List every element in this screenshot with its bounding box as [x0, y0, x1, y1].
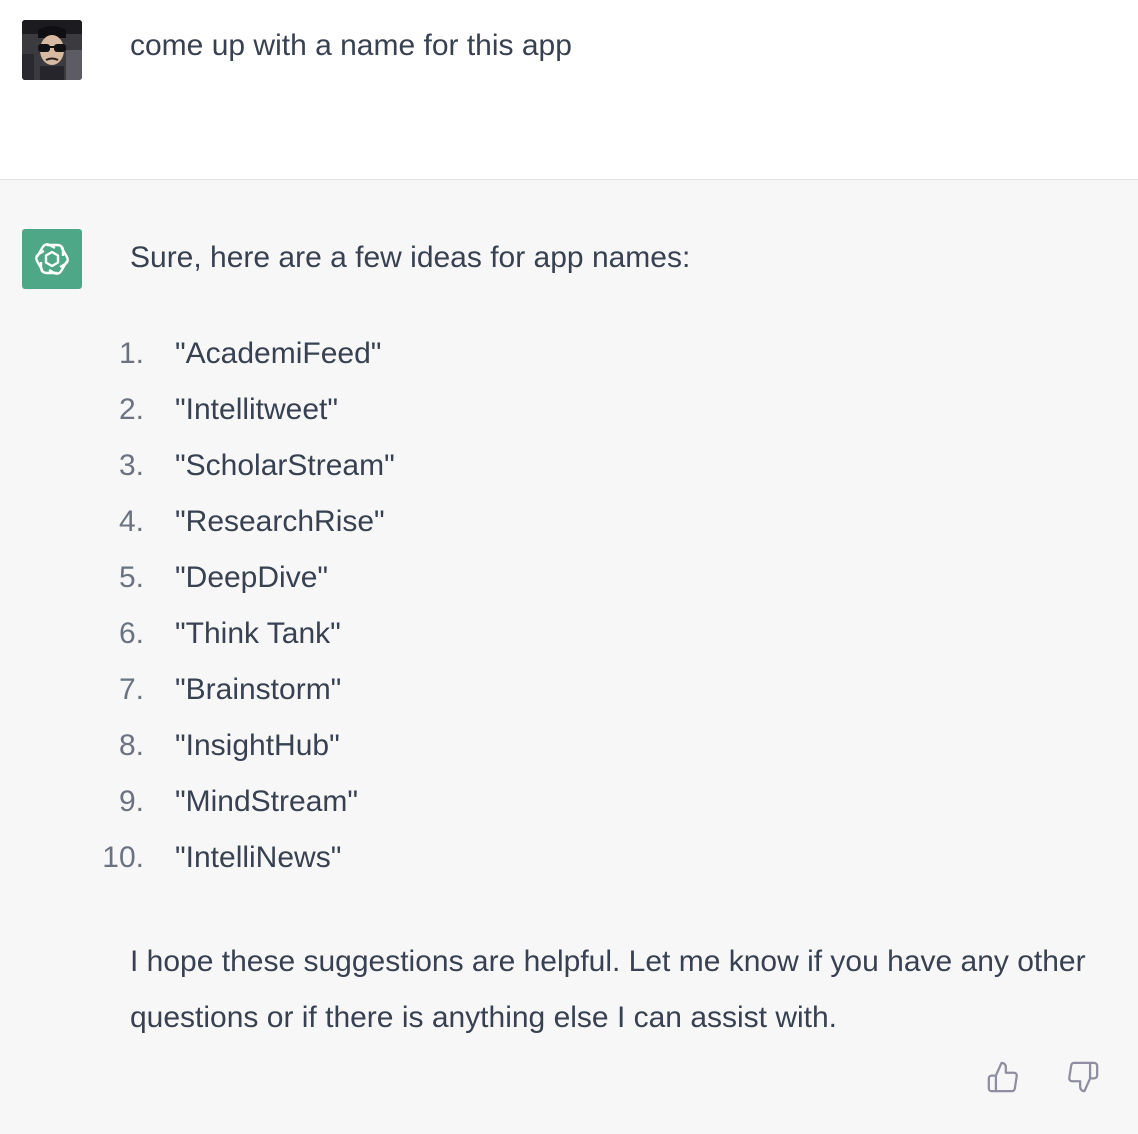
list-item-name: "DeepDive"	[175, 561, 329, 594]
list-item-number: 3.	[118, 449, 144, 482]
assistant-message-row: Sure, here are a few ideas for app names…	[0, 180, 1138, 1134]
list-item-name: "ScholarStream"	[175, 449, 395, 482]
list-item-name: "ResearchRise"	[175, 505, 385, 538]
assistant-intro-text: Sure, here are a few ideas for app names…	[130, 241, 691, 274]
thumbs-down-icon	[1068, 1061, 1099, 1093]
user-avatar	[22, 20, 82, 80]
list-item-name: "IntelliNews"	[175, 841, 342, 874]
feedback-buttons	[984, 1058, 1102, 1096]
list-item-number: 5.	[118, 561, 144, 594]
chatgpt-logo-icon	[22, 229, 82, 289]
thumbs-up-button[interactable]	[984, 1058, 1022, 1096]
thumbs-down-button[interactable]	[1064, 1058, 1102, 1096]
list-item-number: 2.	[118, 393, 144, 426]
user-message-text: come up with a name for this app	[130, 29, 572, 62]
list-item-name: "InsightHub"	[175, 729, 340, 762]
list-item-number: 4.	[118, 505, 144, 538]
list-item-name: "MindStream"	[175, 785, 359, 818]
list-item-number: 8.	[118, 729, 144, 762]
list-item-number: 9.	[118, 785, 144, 818]
user-message-row: come up with a name for this app	[0, 0, 1138, 180]
list-item-number: 10.	[102, 841, 144, 874]
list-item-name: "Think Tank"	[175, 617, 341, 650]
assistant-closing-text: I hope these suggestions are helpful. Le…	[130, 945, 1086, 1034]
thumbs-up-icon	[987, 1061, 1018, 1093]
list-item-number: 6.	[118, 617, 144, 650]
list-item-name: "AcademiFeed"	[175, 337, 382, 370]
list-item-number: 7.	[118, 673, 144, 706]
list-item-name: "Intellitweet"	[175, 393, 339, 426]
list-item-name: "Brainstorm"	[175, 673, 342, 706]
list-item-number: 1.	[118, 337, 144, 370]
